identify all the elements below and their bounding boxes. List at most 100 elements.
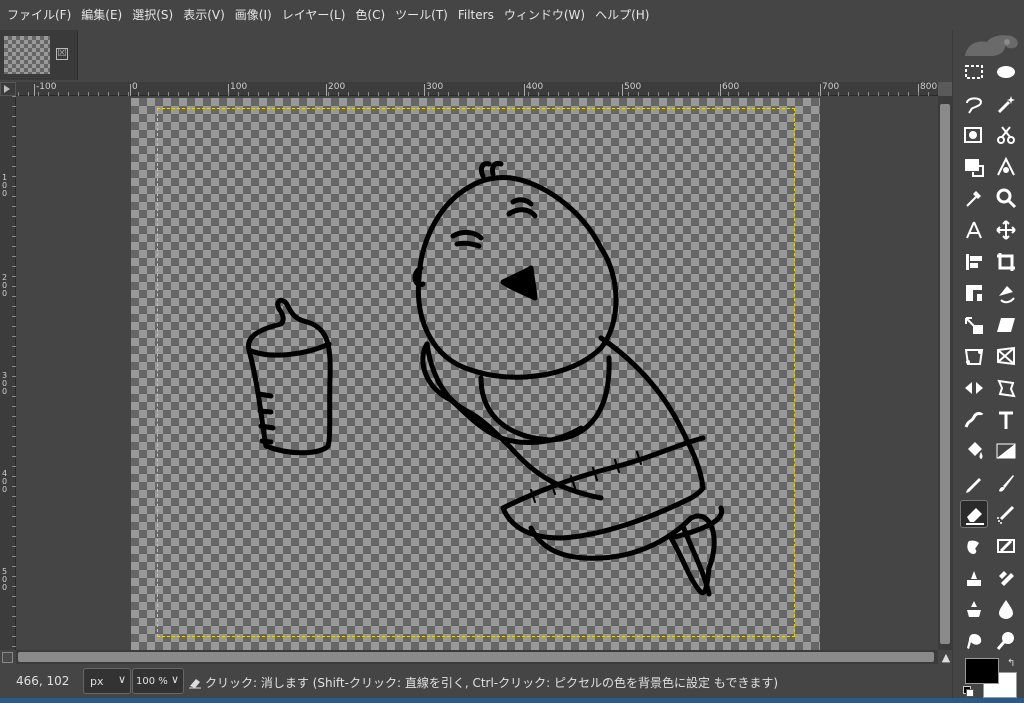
ruler-tick-label: -100 [36, 82, 57, 92]
smudge-tool-button[interactable] [960, 627, 988, 655]
ink-tool-icon [967, 540, 979, 554]
ruler-tick-label: 700 [822, 82, 840, 92]
vertical-scroll-thumb[interactable] [940, 104, 950, 644]
scale-tool-button[interactable] [960, 311, 988, 339]
zoom-image-toggle[interactable] [938, 82, 952, 96]
align-tool-button[interactable] [960, 248, 988, 276]
image-tab[interactable]: ☒ [0, 30, 78, 80]
by-color-select-tool-icon [964, 127, 982, 144]
measure-tool-button[interactable] [960, 216, 988, 244]
ink-tool-button[interactable] [960, 532, 988, 560]
heal-tool-button[interactable] [992, 564, 1020, 592]
by-color-select-tool-button[interactable] [960, 121, 988, 149]
clone-tool-icon [967, 570, 981, 586]
unit-select[interactable]: px ∨ [83, 668, 131, 694]
paintbrush-tool-button[interactable] [992, 469, 1020, 497]
wilber-mascot-icon [965, 35, 1018, 56]
vertical-ruler[interactable]: 1 0 0 2 0 0 3 0 0 4 0 0 5 0 0 [0, 96, 16, 650]
menu-item[interactable]: 表示(V) [178, 0, 230, 30]
pencil-tool-icon [966, 477, 981, 493]
gradient-tool-button[interactable] [992, 437, 1020, 465]
zoom-tool-button[interactable] [992, 184, 1020, 212]
zoom-select[interactable]: 100 % ∨ [132, 668, 184, 694]
move-tool-button[interactable] [992, 216, 1020, 244]
image-canvas[interactable] [16, 96, 938, 650]
default-colors-icon[interactable] [963, 686, 974, 697]
menu-item[interactable]: 画像(I) [230, 0, 277, 30]
swap-colors-icon[interactable]: ↰ [1007, 658, 1015, 669]
crop-tool-icon [997, 252, 1015, 271]
eraser-tool-button[interactable] [960, 500, 988, 529]
fuzzy-select-tool-icon [997, 95, 1015, 113]
scissors-select-tool-icon [997, 126, 1015, 145]
horizontal-scrollbar[interactable] [16, 650, 938, 664]
menu-item[interactable]: 色(C) [350, 0, 390, 30]
gradient-tool-icon [996, 443, 1016, 459]
airbrush-tool-button[interactable] [992, 500, 1020, 528]
measure-tool-icon [966, 221, 982, 239]
perspective-tool-button[interactable] [992, 342, 1020, 370]
ellipse-select-tool-button[interactable] [992, 58, 1020, 86]
menu-item[interactable]: Filters [453, 0, 499, 30]
unified-transform-tool-button[interactable] [960, 279, 988, 307]
ruler-tick-label: 0 [132, 82, 138, 92]
menu-item[interactable]: ヘルプ(H) [590, 0, 654, 30]
rotate-tool-button[interactable] [992, 279, 1020, 307]
toolbox: ↰ [952, 30, 1024, 698]
clone-tool-button[interactable] [960, 564, 988, 592]
perspective-tool-icon [997, 347, 1015, 366]
handle-transform-tool-button[interactable] [960, 342, 988, 370]
move-tool-icon [996, 220, 1016, 240]
mypaint-brush-tool-button[interactable] [992, 532, 1020, 560]
menu-item[interactable]: ファイル(F) [2, 0, 76, 30]
ruler-major-tick [622, 84, 623, 96]
crop-tool-button[interactable] [992, 248, 1020, 276]
pointer-coordinates: 466, 102 [16, 674, 70, 688]
foreground-color-swatch[interactable] [965, 658, 999, 684]
menu-item[interactable]: レイヤー(L) [277, 0, 351, 30]
image-thumbnail[interactable] [4, 36, 50, 74]
shear-tool-button[interactable] [992, 311, 1020, 339]
menu-item[interactable]: 編集(E) [76, 0, 127, 30]
dodge-burn-tool-button[interactable] [992, 627, 1020, 655]
bucket-fill-tool-button[interactable] [960, 437, 988, 465]
ruler-major-tick [720, 84, 721, 96]
blur-sharpen-tool-button[interactable] [992, 595, 1020, 623]
rect-select-tool-button[interactable] [960, 58, 988, 86]
horizontal-ruler[interactable]: -100 0 100 200 300 400 500 600 700 800 [16, 82, 938, 96]
close-tab-icon[interactable]: ☒ [56, 48, 68, 60]
handle-transform-tool-icon [964, 349, 984, 366]
align-tool-icon [966, 253, 982, 270]
menu-bar: ファイル(F) 編集(E) 選択(S) 表示(V) 画像(I) レイヤー(L) 色(C) ツー… [0, 0, 1024, 30]
perspective-clone-tool-button[interactable] [960, 595, 988, 623]
text-tool-button[interactable] [992, 406, 1020, 434]
pencil-tool-button[interactable] [960, 469, 988, 497]
ruler-tick-label: 600 [722, 82, 740, 92]
paths-tool-button[interactable] [992, 153, 1020, 181]
navigate-icon[interactable]: ▲ [940, 652, 952, 664]
ruler-menu-button[interactable] [0, 82, 16, 96]
scissors-select-tool-button[interactable] [992, 121, 1020, 149]
free-select-tool-button[interactable] [960, 90, 988, 118]
ruler-tick-label: 300 [426, 82, 444, 92]
color-picker-tool-button[interactable] [960, 184, 988, 212]
eraser-tool-icon [966, 508, 984, 526]
foreground-select-tool-icon [965, 158, 984, 177]
foreground-select-tool-button[interactable] [960, 153, 988, 181]
fuzzy-select-tool-button[interactable] [992, 90, 1020, 118]
warp-transform-tool-button[interactable] [960, 406, 988, 434]
menu-item[interactable]: ウィンドウ(W) [499, 0, 590, 30]
scale-tool-icon [965, 316, 983, 334]
eraser-icon [189, 678, 201, 688]
horizontal-scroll-thumb[interactable] [18, 652, 934, 662]
cage-transform-tool-button[interactable] [992, 374, 1020, 402]
menu-item[interactable]: ツール(T) [390, 0, 453, 30]
quick-mask-toggle[interactable] [2, 652, 13, 663]
mypaint-brush-tool-icon [997, 539, 1015, 553]
cage-transform-tool-icon [997, 379, 1016, 398]
menu-item[interactable]: 選択(S) [127, 0, 178, 30]
flip-tool-button[interactable] [960, 374, 988, 402]
vertical-scrollbar[interactable] [938, 82, 952, 650]
ellipse-select-tool-icon [997, 66, 1015, 78]
airbrush-tool-icon [997, 506, 1015, 525]
